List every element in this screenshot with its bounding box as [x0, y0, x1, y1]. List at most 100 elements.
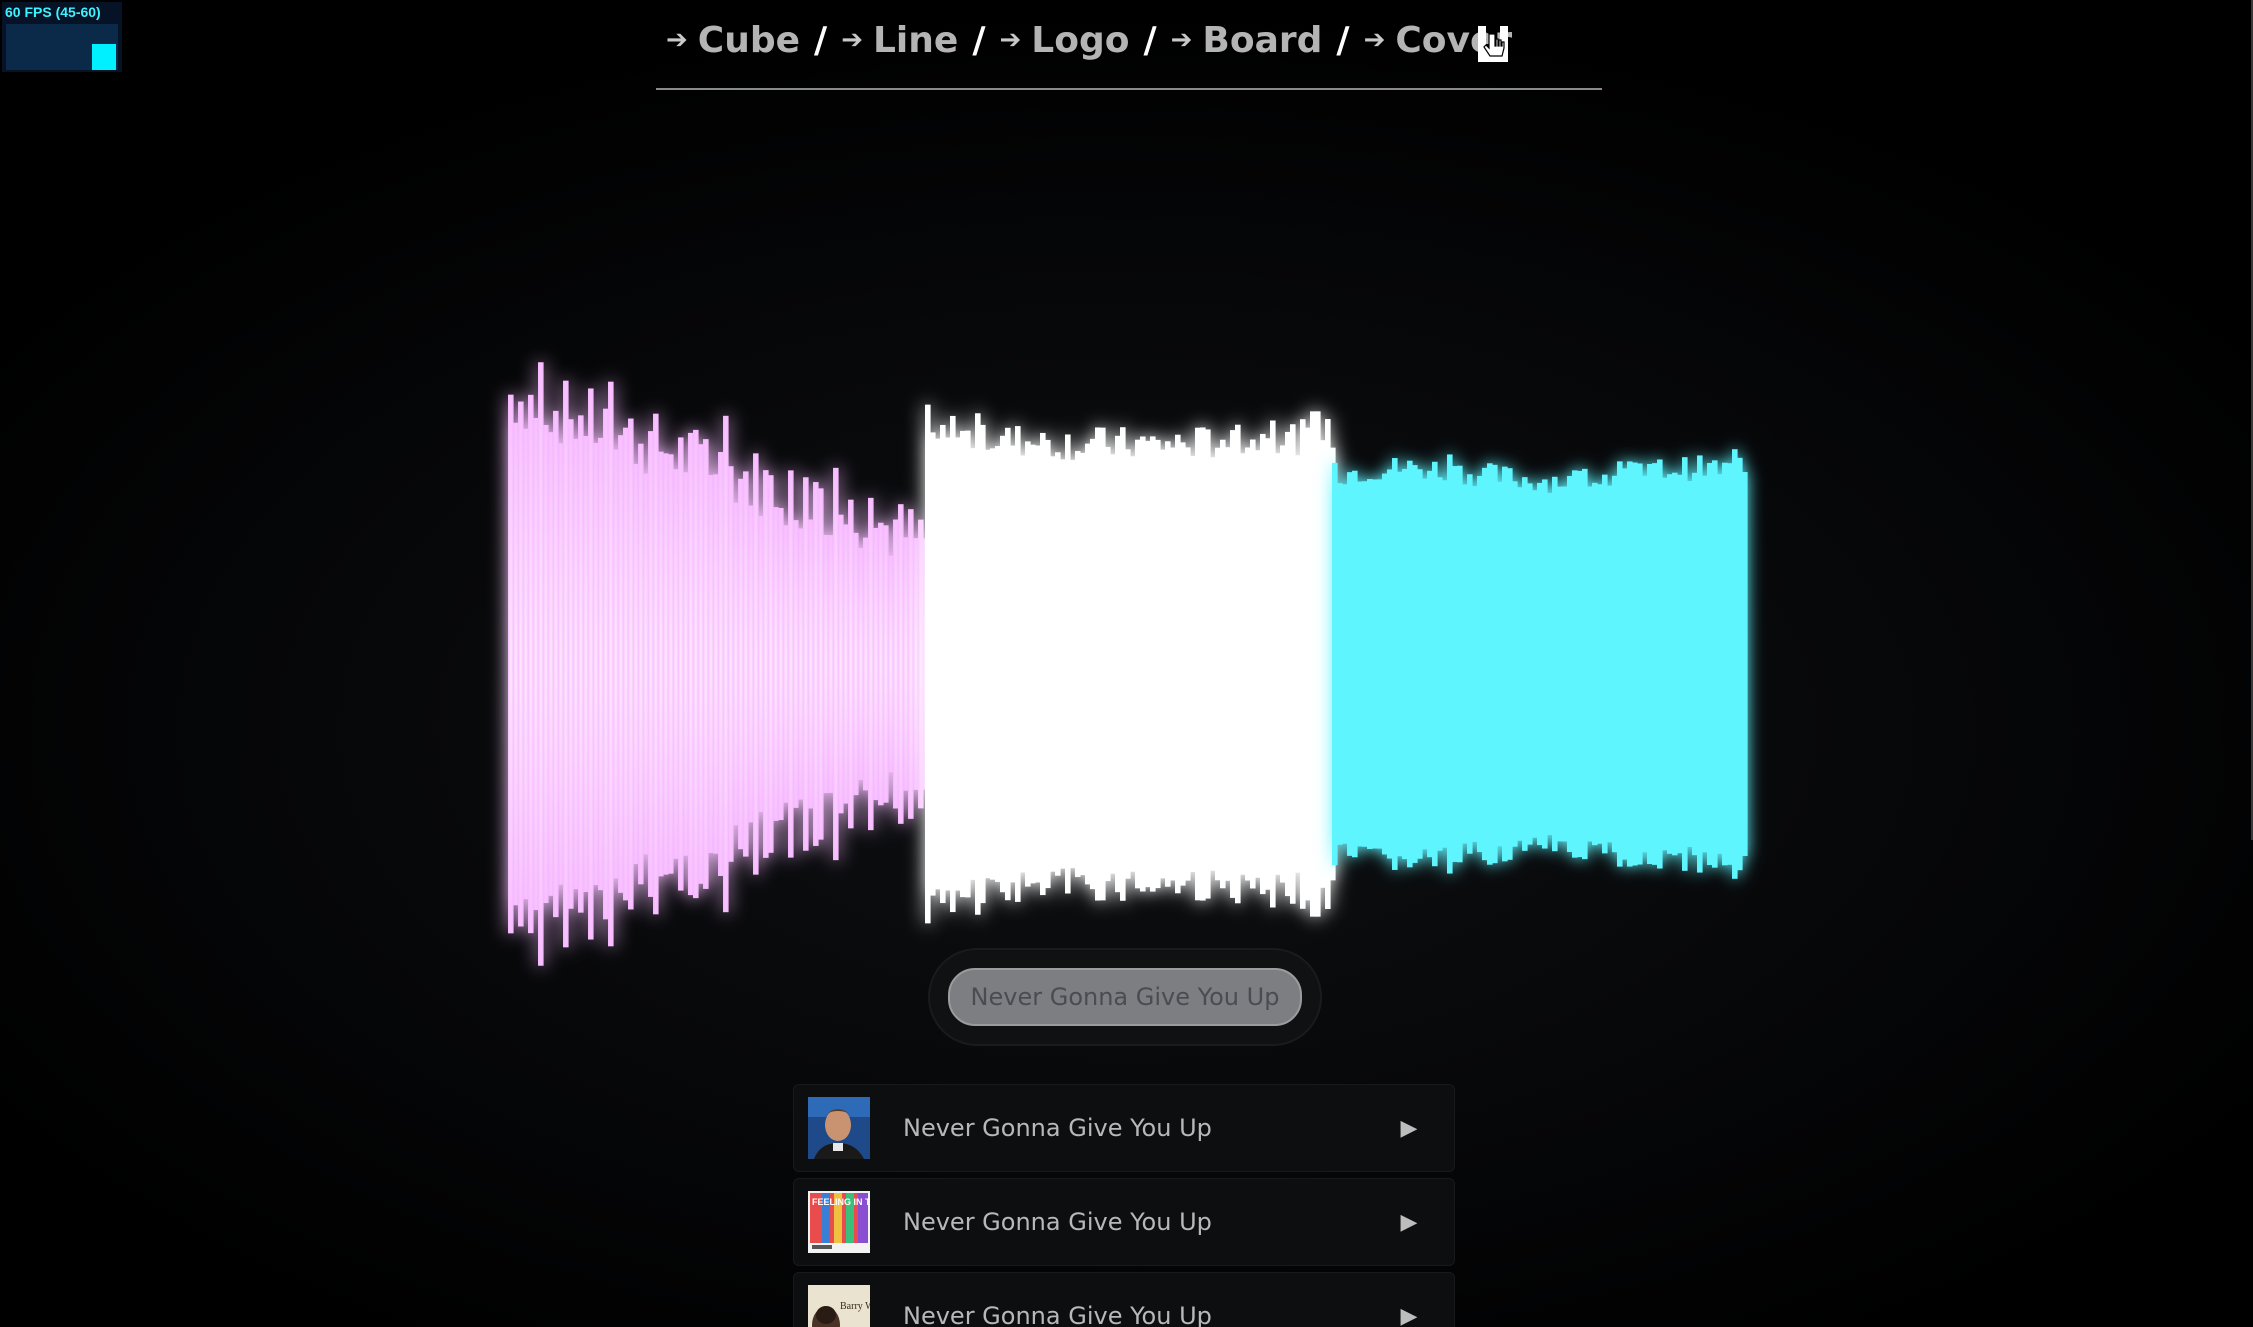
spectrum-bar [1612, 475, 1618, 853]
spectrum-bar [1422, 478, 1428, 850]
spectrum-bar [1577, 470, 1583, 858]
spectrum-bar [1657, 459, 1663, 869]
spectrum-bar [1632, 462, 1638, 866]
spectrum-bar [1732, 449, 1738, 879]
spectrum-bar [1402, 468, 1408, 860]
spectrum-bar [1522, 477, 1528, 851]
spectrum-bar [1682, 457, 1688, 871]
spectrum-bar [1472, 486, 1478, 842]
spectrum-bar [1597, 484, 1603, 844]
spectrum-bar [1662, 477, 1668, 851]
spectrum-bar [1547, 492, 1553, 836]
spectrum-bar [1442, 480, 1448, 848]
spectrum-bar [1742, 471, 1748, 857]
spectrum-bar [1342, 484, 1348, 844]
spectrum-bar [1602, 474, 1608, 854]
playlist-item[interactable]: FEELING IN THE DECADES Never Gonna Give … [793, 1178, 1455, 1266]
spectrum-bar [1552, 476, 1558, 852]
spectrum-bar [1512, 481, 1518, 847]
spectrum-bar [1392, 458, 1398, 870]
spectrum-bar [1617, 461, 1623, 867]
spectrum-bar [1722, 462, 1728, 866]
spectrum-bar [1452, 466, 1458, 862]
spectrum-bar [1412, 465, 1418, 863]
spectrum-band-high [1332, 449, 1748, 879]
spectrum-bar [1712, 460, 1718, 868]
spectrum-bar [1482, 467, 1488, 861]
spectrum-bar [1332, 462, 1338, 866]
now-playing-container: Never Gonna Give You Up [928, 948, 1322, 1046]
spectrum-bar [1432, 461, 1438, 867]
spectrum-band-mid [925, 404, 1336, 924]
spectrum-bar [1587, 486, 1593, 842]
spectrum-bar [1627, 461, 1633, 867]
spectrum-bar [1642, 475, 1648, 853]
album-cover-feeling: FEELING IN THE DECADES [808, 1191, 870, 1253]
spectrum-bar [1502, 466, 1508, 862]
spectrum-bar [1437, 477, 1443, 851]
spectrum-bar [1492, 464, 1498, 864]
spectrum-bar [1537, 482, 1543, 846]
spectrum-bar [1357, 481, 1363, 847]
spectrum-bar [1687, 480, 1693, 848]
spectrum-bar [1622, 468, 1628, 860]
spectrum-bar [1497, 481, 1503, 847]
spectrum-bar [1377, 479, 1383, 849]
spectrum-bar [1737, 457, 1743, 871]
spectrum-bar [1372, 479, 1378, 849]
spectrum-bar [1457, 465, 1463, 863]
spectrum-bar [1692, 472, 1698, 856]
spectrum-bar [1337, 483, 1343, 845]
playlist-item[interactable]: Barry White Never Gonna Give You Up ▶ [793, 1272, 1455, 1327]
spectrum-bar [1562, 486, 1568, 842]
spectrum-bar [1477, 475, 1483, 853]
spectrum-bar [1667, 474, 1673, 854]
spectrum-bar [1697, 455, 1703, 873]
spectrum-bar [1462, 484, 1468, 844]
spectrum-bar [1647, 463, 1653, 865]
track-title: Never Gonna Give You Up [903, 1114, 1212, 1142]
spectrum-bar [1582, 468, 1588, 860]
spectrum-bar [1527, 483, 1533, 845]
spectrum-bar [1407, 460, 1413, 868]
spectrum-bar [1702, 475, 1708, 853]
spectrum-bar [1387, 469, 1393, 859]
spectrum-bar [1382, 473, 1388, 855]
spectrum-bar [1707, 463, 1713, 865]
spectrum-bar [1557, 486, 1563, 842]
spectrum-bar [1367, 479, 1373, 849]
play-button[interactable]: ▶ [1389, 1178, 1429, 1266]
playlist-item[interactable]: Never Gonna Give You Up ▶ [793, 1084, 1455, 1172]
spectrum-bar [1507, 468, 1513, 860]
spectrum-bar [1607, 485, 1613, 843]
spectrum-bar [1517, 487, 1523, 841]
spectrum-bar [1717, 474, 1723, 854]
spectrum-bar [1417, 469, 1423, 859]
spectrum-bar [1592, 482, 1598, 846]
spectrum-band-low [508, 362, 934, 966]
spectrum-bar [1677, 474, 1683, 854]
album-cover-barry: Barry White [808, 1285, 870, 1327]
now-playing-button[interactable]: Never Gonna Give You Up [948, 968, 1302, 1026]
spectrum-bar [1572, 470, 1578, 858]
spectrum-bar [1362, 481, 1368, 847]
spectrum-bar [1352, 470, 1358, 858]
feeling-cover-text: FEELING IN THE DECADES [812, 1197, 870, 1207]
album-cover-portrait [808, 1097, 870, 1159]
spectrum-bar [1487, 463, 1493, 865]
spectrum-bar [1397, 471, 1403, 857]
spectrum-bar [1637, 463, 1643, 865]
spectrum-bar [1347, 472, 1353, 856]
visualizer-page: 60 FPS (45-60) ➔ Cube / ➔ Line / ➔ Logo … [0, 0, 2253, 1327]
track-title: Never Gonna Give You Up [903, 1208, 1212, 1236]
spectrum-bar [1652, 463, 1658, 865]
playlist: Never Gonna Give You Up ▶ FEELING IN THE… [793, 1084, 1455, 1327]
spectrum-bar [1727, 463, 1733, 865]
track-title: Never Gonna Give You Up [903, 1302, 1212, 1327]
spectrum-bar [1427, 470, 1433, 858]
play-button[interactable]: ▶ [1389, 1272, 1429, 1327]
spectrum-bar [1532, 490, 1538, 838]
spectrum-bar [1672, 472, 1678, 856]
spectrum-bar [1567, 476, 1573, 852]
play-button[interactable]: ▶ [1389, 1084, 1429, 1172]
